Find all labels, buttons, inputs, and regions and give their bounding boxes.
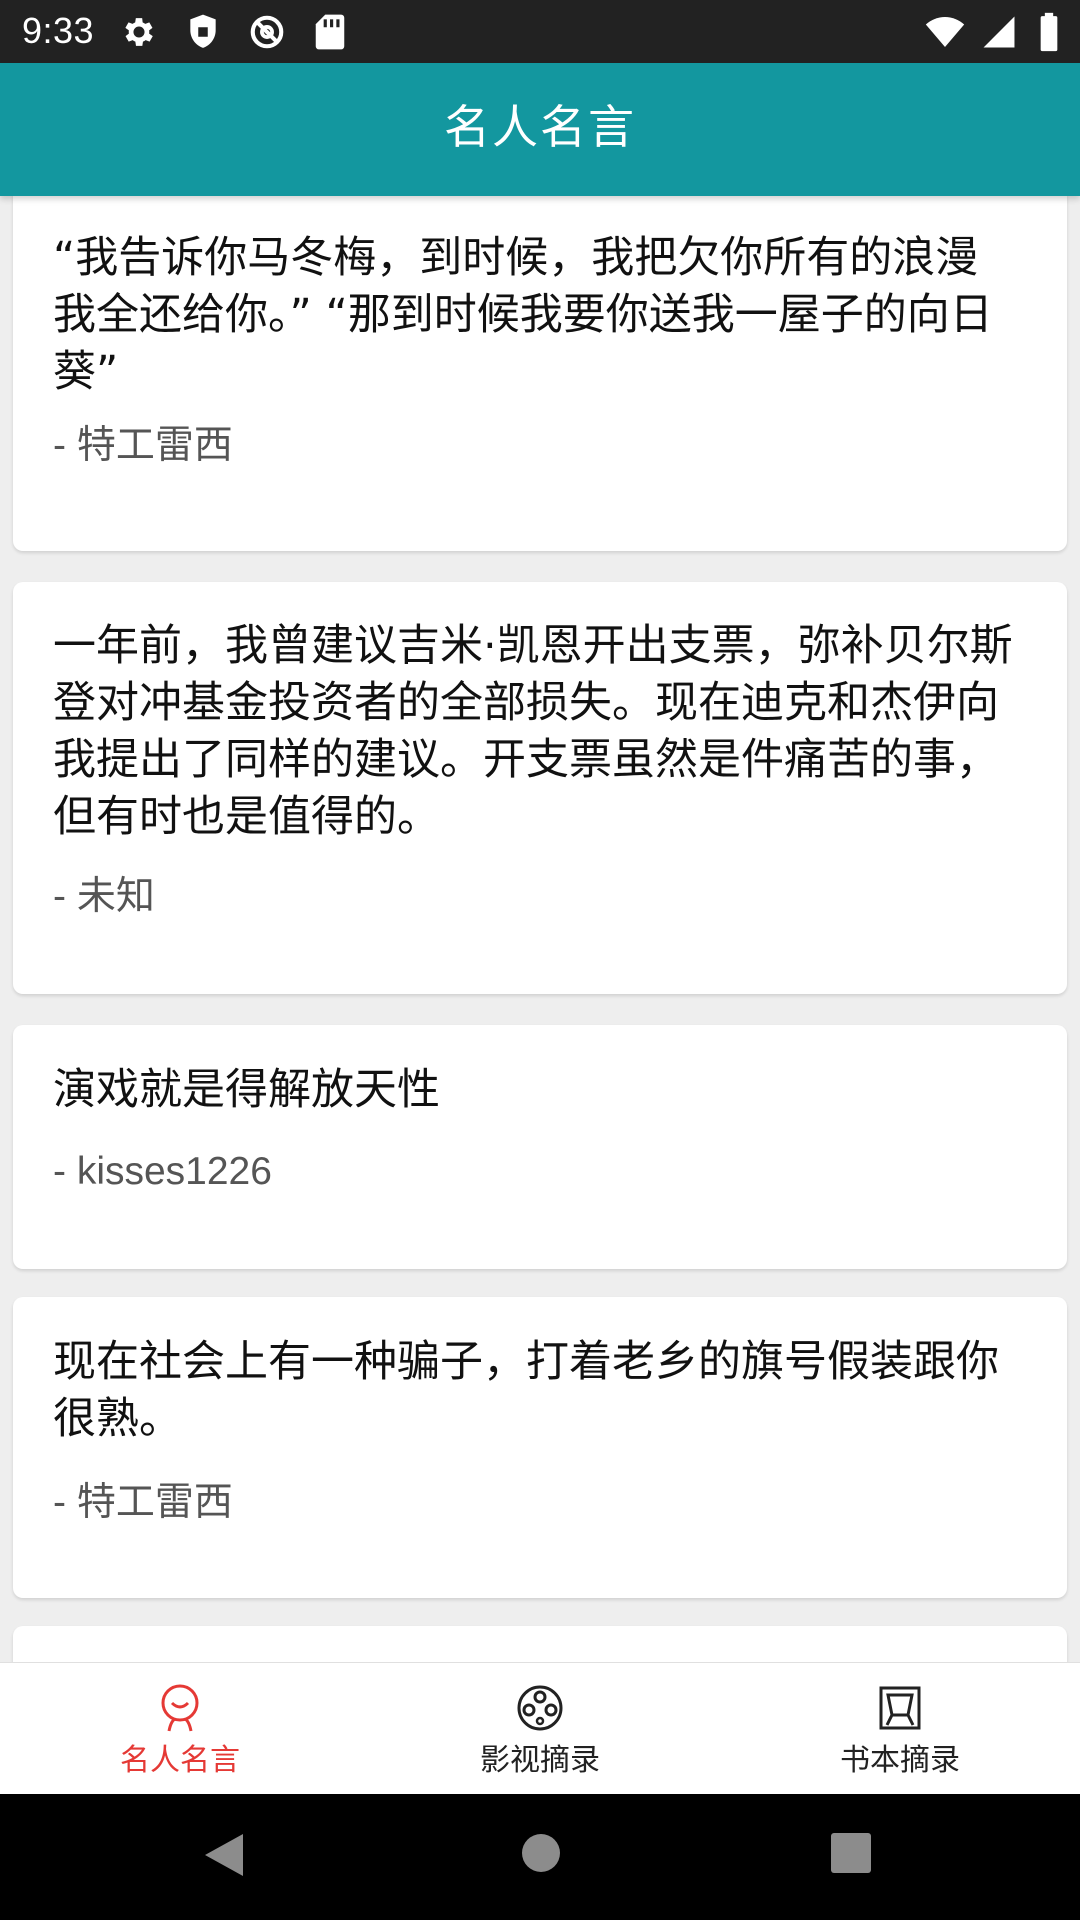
film-reel-icon [515,1683,565,1733]
wifi-icon [924,12,971,47]
status-bar: 9:33 [0,0,1080,63]
quote-author: - 特工雷西 [53,1481,233,1524]
settings-icon [120,13,163,46]
home-icon[interactable] [520,1832,562,1878]
quote-text: “我告诉你马冬梅，到时候，我把欠你所有的浪漫我全还给你。” “那到时候我要你送我… [53,233,993,397]
page-title: 名人名言 [444,100,636,154]
back-icon[interactable] [203,1832,245,1882]
quote-card[interactable] [13,1626,1067,1662]
tab-book-excerpts[interactable]: 书本摘录 [720,1663,1080,1795]
app-bar: 名人名言 [0,63,1080,196]
tab-label: 书本摘录 [840,1743,960,1778]
quote-text: 现在社会上有一种骗子，打着老乡的旗号假装跟你很熟。 [53,1337,999,1444]
status-icons-right [924,12,1060,52]
tab-label: 名人名言 [120,1743,240,1778]
bottom-navigation: 名人名言 影视摘录 书本摘录 [0,1662,1080,1795]
tab-label: 影视摘录 [480,1743,600,1778]
quote-author: - 未知 [53,875,155,918]
tab-famous-quotes[interactable]: 名人名言 [0,1663,360,1795]
quote-text: 演戏就是得解放天性 [53,1065,440,1115]
system-navigation-bar [0,1794,1080,1920]
quote-list[interactable]: “我告诉你马冬梅，到时候，我把欠你所有的浪漫我全还给你。” “那到时候我要你送我… [0,196,1080,1662]
sync-disabled-icon [248,13,291,49]
cell-signal-icon [982,12,1021,48]
quote-text: 一年前，我曾建议吉米·凯恩开出支票，弥补贝尔斯登对冲基金投资者的全部损失。现在迪… [53,621,1013,842]
recents-icon[interactable] [830,1832,872,1878]
quote-card[interactable]: 现在社会上有一种骗子，打着老乡的旗号假装跟你很熟。 - 特工雷西 [13,1297,1067,1598]
status-icons-left [120,13,345,51]
quote-author: - 特工雷西 [53,424,233,467]
sd-card-icon [315,13,345,50]
person-icon [155,1683,205,1733]
quote-card[interactable]: “我告诉你马冬梅，到时候，我把欠你所有的浪漫我全还给你。” “那到时候我要你送我… [13,196,1067,551]
quote-card[interactable]: 演戏就是得解放天性 - kisses1226 [13,1025,1067,1269]
shield-icon [186,13,225,48]
quote-author: - kisses1226 [53,1150,272,1193]
book-icon [875,1683,925,1733]
status-time: 9:33 [22,10,95,51]
quote-card[interactable]: 一年前，我曾建议吉米·凯恩开出支票，弥补贝尔斯登对冲基金投资者的全部损失。现在迪… [13,582,1067,994]
tab-film-excerpts[interactable]: 影视摘录 [360,1663,720,1795]
battery-icon [1038,12,1060,52]
